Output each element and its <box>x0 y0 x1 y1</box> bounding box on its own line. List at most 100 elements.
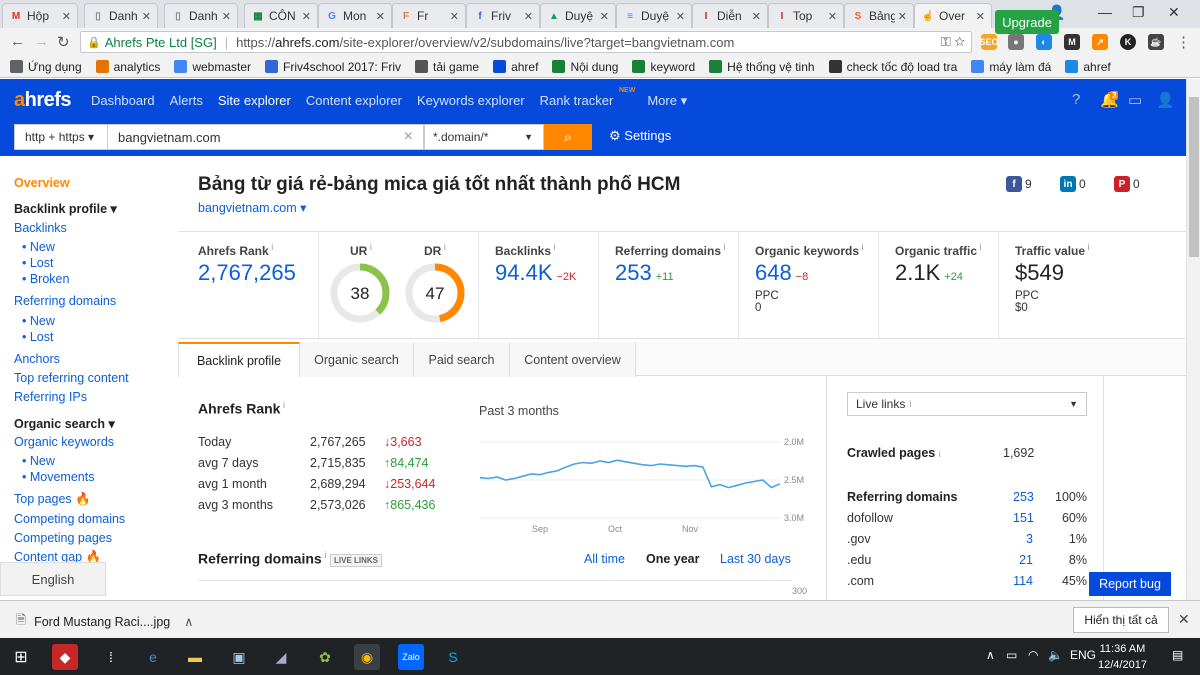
browser-tab[interactable]: I Top ✕ <box>768 3 844 28</box>
search-button[interactable]: ⌕ <box>544 124 592 150</box>
windows-start-icon[interactable]: ⊞ <box>8 644 34 670</box>
browser-tab[interactable]: G Mon ✕ <box>318 3 392 28</box>
ahrefs-logo[interactable]: ahrefs <box>14 89 72 112</box>
nav-item[interactable]: Keywords explorer <box>417 93 525 108</box>
tab-paid-search[interactable]: Paid search <box>414 342 510 377</box>
close-tab-icon[interactable]: ✕ <box>524 10 533 23</box>
clock[interactable]: 11:36 AM 12/4/2017 <box>1098 641 1147 673</box>
chrome-icon[interactable]: ◉ <box>354 644 380 670</box>
vertical-scrollbar[interactable] <box>1186 79 1200 600</box>
close-tab-icon[interactable]: ✕ <box>600 10 609 23</box>
show-all-downloads-button[interactable]: Hiển thị tất cả <box>1073 607 1169 633</box>
browser-tab[interactable]: ☝ Over ✕ <box>914 3 992 28</box>
sidebar-item[interactable]: • Broken <box>22 272 69 286</box>
bookmark-item[interactable]: Nội dung <box>552 60 618 74</box>
extension-icon[interactable]: ☕ <box>1148 34 1164 50</box>
app-icon[interactable]: ◆ <box>52 644 78 670</box>
bookmark-item[interactable]: webmaster <box>174 60 251 74</box>
language-indicator[interactable]: ENG <box>1070 648 1096 662</box>
app-icon[interactable]: ⁞ <box>98 644 124 670</box>
social-share[interactable]: P0 <box>1114 176 1140 192</box>
browser-tab[interactable]: ≡ Duyệ ✕ <box>616 3 692 28</box>
browser-tab[interactable]: I Diễn ✕ <box>692 3 768 28</box>
extension-icon[interactable]: K <box>1120 34 1136 50</box>
browser-tab[interactable]: ▲ Duyệ ✕ <box>540 3 616 28</box>
close-tab-icon[interactable]: ✕ <box>898 10 907 23</box>
nav-item[interactable]: Content explorer <box>306 93 402 108</box>
bookmark-item[interactable]: ahref <box>1065 60 1111 74</box>
sidebar-item[interactable]: Organic keywords <box>14 435 114 449</box>
bookmark-item[interactable]: Ứng dụng <box>10 60 82 74</box>
nav-item[interactable]: Rank tracker NEW <box>540 87 636 108</box>
close-tab-icon[interactable]: ✕ <box>222 10 231 23</box>
sidebar-item[interactable]: • Movements <box>22 470 94 484</box>
browser-tab[interactable]: ▯ Danh ✕ <box>84 3 158 28</box>
volume-icon[interactable]: 🔈 <box>1048 648 1063 662</box>
forward-icon[interactable]: → <box>34 33 49 50</box>
sidebar-item[interactable]: Anchors <box>14 352 60 366</box>
clear-icon[interactable]: × <box>404 128 413 146</box>
close-tab-icon[interactable]: ✕ <box>376 10 385 23</box>
sidebar-item[interactable]: • New <box>22 454 55 468</box>
close-tab-icon[interactable]: ✕ <box>450 10 459 23</box>
report-bug-button[interactable]: Report bug <box>1089 572 1171 596</box>
sidebar-item[interactable]: Top pages 🔥 <box>14 492 91 507</box>
sidebar-item[interactable]: • Lost <box>22 256 53 270</box>
edge-icon[interactable]: e <box>140 644 166 670</box>
nav-item[interactable]: Site explorer <box>218 93 291 108</box>
nav-item[interactable]: Alerts <box>170 93 203 108</box>
menu-icon[interactable]: ⋮ <box>1176 33 1191 51</box>
range-option[interactable]: Last 30 days <box>720 552 791 566</box>
upgrade-button[interactable]: Upgrade <box>995 10 1059 34</box>
skype-icon[interactable]: S <box>440 644 466 670</box>
target-input[interactable]: bangvietnam.com × <box>108 124 424 150</box>
extension-icon[interactable]: ◐ <box>1036 34 1052 50</box>
chevron-up-icon[interactable]: ∧ <box>184 614 193 629</box>
sidebar-item[interactable]: Overview <box>14 176 70 190</box>
close-tab-icon[interactable]: ✕ <box>828 10 837 23</box>
bookmark-item[interactable]: tải game <box>415 60 479 74</box>
maximize-icon[interactable]: ❐ <box>1132 4 1145 21</box>
minimize-icon[interactable]: — <box>1098 4 1112 20</box>
settings-button[interactable]: ⚙ Settings <box>609 128 671 144</box>
nav-item[interactable]: More ▾ <box>647 93 687 109</box>
sidebar-item[interactable]: Backlink profile ▾ <box>14 201 117 216</box>
sidebar-item[interactable]: Organic search ▾ <box>14 416 115 431</box>
tab-content-overview[interactable]: Content overview <box>510 342 636 377</box>
app-icon[interactable]: ◢ <box>268 644 294 670</box>
bookmark-item[interactable]: Hệ thống vệ tinh <box>709 60 815 74</box>
mode-select[interactable]: *.domain/* ▼ <box>424 124 544 150</box>
close-tab-icon[interactable]: ✕ <box>752 10 761 23</box>
sidebar-item[interactable]: • New <box>22 240 55 254</box>
close-tab-icon[interactable]: ✕ <box>62 10 71 23</box>
close-icon[interactable]: ✕ <box>1178 611 1190 628</box>
bookmark-item[interactable]: máy làm đá <box>971 60 1051 74</box>
help-icon[interactable]: ? <box>1072 91 1080 108</box>
social-share[interactable]: f9 <box>1006 176 1032 192</box>
download-item[interactable]: 🗎 Ford Mustang Raci....jpg ∧ <box>16 611 193 632</box>
close-tab-icon[interactable]: ✕ <box>976 10 985 23</box>
browser-tab[interactable]: ▦ CÔN ✕ <box>244 3 318 28</box>
domain-dropdown[interactable]: bangvietnam.com ▾ <box>198 200 306 215</box>
sidebar-item[interactable]: • Lost <box>22 330 53 344</box>
browser-tab[interactable]: F Fr ✕ <box>392 3 466 28</box>
sidebar-item[interactable]: Competing pages <box>14 531 112 545</box>
folder-icon[interactable]: ▬ <box>182 644 208 670</box>
app-icon[interactable]: ✿ <box>312 644 338 670</box>
sidebar-item[interactable]: • New <box>22 314 55 328</box>
social-share[interactable]: in 0 <box>1060 176 1086 192</box>
browser-tab[interactable]: ▯ Danh ✕ <box>164 3 238 28</box>
back-icon[interactable]: ← <box>10 33 25 50</box>
bookmark-item[interactable]: analytics <box>95 60 160 74</box>
bookmark-item[interactable]: Friv4school 2017: Friv <box>265 60 401 74</box>
user-icon[interactable]: 👤 <box>1156 91 1175 109</box>
sidebar-item[interactable]: Backlinks <box>14 221 67 235</box>
key-icon[interactable]: ⚿ ☆ <box>941 34 965 50</box>
tab-organic-search[interactable]: Organic search <box>300 342 414 377</box>
close-window-icon[interactable]: ✕ <box>1168 4 1180 21</box>
bookmark-item[interactable]: check tốc độ load tra <box>828 60 957 74</box>
battery-icon[interactable]: ▭ <box>1006 648 1017 662</box>
wifi-icon[interactable]: ◠ <box>1028 648 1038 662</box>
app-icon[interactable]: ▣ <box>226 644 252 670</box>
range-option[interactable]: One year <box>646 552 700 566</box>
